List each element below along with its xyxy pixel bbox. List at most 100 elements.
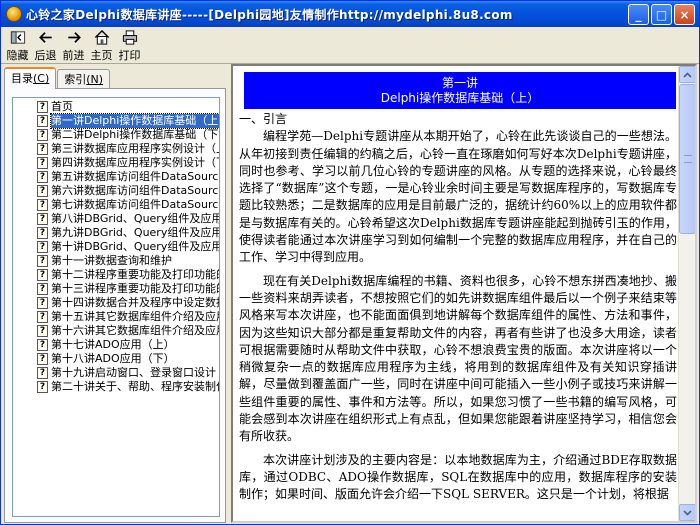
heading-line-1: 第一讲 [441,76,478,90]
tree-item[interactable]: ? 第八讲DBGrid、Query组件及应用（ [13,212,219,226]
help-topic-icon: ? [37,339,48,351]
navigation-pane: 目录(C) 索引(N) ? 首页? 第一讲Delphi操作数据库基础（上）? 第二讲D… [4,67,226,523]
topic-pane: 第一讲 Delphi操作数据库基础（上） 一、引言 编程学苑—Delphi专题讲… [231,64,697,523]
tree-item-label: 第二讲Delphi操作数据库基础（下） [51,128,219,141]
help-topic-icon: ? [37,241,48,253]
tree-item-label: 第一讲Delphi操作数据库基础（上） [50,113,219,129]
help-topic-icon: ? [37,367,48,379]
help-topic-icon: ? [37,283,48,295]
tree-item-label: 第十八讲ADO应用（下） [51,352,175,365]
forward-button[interactable]: 前进 [61,27,86,63]
tab-contents-hotkey: (C) [33,72,50,85]
tree-item-label: 第十三讲程序重要功能及打印功能的 [51,282,219,295]
close-button[interactable]: × [674,4,695,25]
help-topic-icon: ? [37,115,48,127]
tree-item-label: 第十五讲其它数据库组件介绍及应用 [51,310,219,323]
tree-item-label: 第七讲数据库访问组件DataSource [51,198,219,211]
topic-heading: 第一讲 Delphi操作数据库基础（上） [244,72,676,109]
topic-content: 第一讲 Delphi操作数据库基础（上） 一、引言 编程学苑—Delphi专题讲… [239,72,677,504]
hide-icon [10,31,25,44]
tree-item-label: 首页 [51,100,73,113]
help-topic-icon: ? [37,101,48,113]
tree-item[interactable]: ? 第十九讲启动窗口、登录窗口设计 [13,366,219,380]
tree-item[interactable]: ? 第十五讲其它数据库组件介绍及应用 [13,310,219,324]
tree-item-label: 第二十讲关于、帮助、程序安装制作 [51,380,219,393]
tree-item[interactable]: ? 第一讲Delphi操作数据库基础（上） [13,113,219,129]
hide-button[interactable]: 隐藏 [5,27,30,63]
section-title: 一、引言 [239,112,288,126]
tree-item-label: 第十六讲其它数据库组件介绍及应用 [51,324,219,337]
window-controls: _ □ × [628,4,695,25]
print-label: 打印 [118,49,141,62]
tab-contents[interactable]: 目录(C) [4,67,57,89]
minimize-button[interactable]: _ [628,4,649,25]
help-topic-icon: ? [37,255,48,267]
tree-item-label: 第六讲数据库访问组件DataSource [51,184,219,197]
help-topic-icon: ? [37,143,48,155]
contents-tree[interactable]: ? 首页? 第一讲Delphi操作数据库基础（上）? 第二讲Delphi操作数据库基础… [12,97,220,517]
tree-item[interactable]: ? 第十三讲程序重要功能及打印功能的 [13,282,219,296]
scroll-thumb[interactable] [679,84,695,234]
tree-item-label: 第十讲DBGrid、Query组件及应用（ [51,240,219,253]
vertical-scrollbar[interactable] [678,66,695,521]
window-title: 心铃之家Delphi数据库讲座-----[Delphi园地]友情制作http:/… [26,7,513,22]
tree-item[interactable]: ? 第十八讲ADO应用（下） [13,352,219,366]
tab-index-label: 索引 [64,73,87,86]
tab-index[interactable]: 索引(N) [57,69,111,89]
tree-item-label: 第五讲数据库访问组件DataSource [51,170,219,183]
toolbar: 隐藏 后退 前进 主页 打印 [1,27,699,64]
tree-item-label: 第十七讲ADO应用（上） [51,338,175,351]
tree-item[interactable]: ? 第十二讲程序重要功能及打印功能的 [13,268,219,282]
title-bar[interactable]: 心铃之家Delphi数据库讲座-----[Delphi园地]友情制作http:/… [1,1,699,27]
tree-item[interactable]: ? 首页 [13,100,219,114]
tree-item[interactable]: ? 第五讲数据库访问组件DataSource [13,170,219,184]
home-button[interactable]: 主页 [89,27,114,63]
paragraph-3: 本次讲座计划涉及的主要内容是：以本地数据库为主，介绍通过BDE存取数据库，通过O… [239,452,677,502]
maximize-button[interactable]: □ [651,4,672,25]
tree-item-label: 第十九讲启动窗口、登录窗口设计 [51,366,216,379]
help-topic-icon: ? [37,353,48,365]
tree-item[interactable]: ? 第九讲DBGrid、Query组件及应用（ [13,226,219,240]
heading-line-2: Delphi操作数据库基础（上） [380,91,540,105]
tree-item-label: 第四讲数据库应用程序实例设计（下） [51,156,219,169]
tree-item-label: 第三讲数据库应用程序实例设计（上） [51,142,219,155]
help-topic-icon: ? [37,227,48,239]
tree-item[interactable]: ?第四讲数据库应用程序实例设计（下） [13,156,219,170]
chevron-down-icon [683,509,692,516]
home-label: 主页 [90,49,113,62]
tree-item[interactable]: ? 第六讲数据库访问组件DataSource [13,184,219,198]
tree-item[interactable]: ? 第十四讲数据合并及程序中设定数据 [13,296,219,310]
tree-item[interactable]: ? 第七讲数据库访问组件DataSource [13,198,219,212]
tree-item-label: 第十一讲数据查询和维护 [51,254,172,267]
scroll-up-button[interactable] [679,66,695,83]
help-topic-icon: ? [37,269,48,281]
tree-item-label: 第九讲DBGrid、Query组件及应用（ [51,226,219,239]
forward-label: 前进 [62,49,85,62]
scroll-down-button[interactable] [679,504,695,521]
print-button[interactable]: 打印 [117,27,142,63]
help-topic-icon: ? [37,129,48,141]
tree-item-label: 第八讲DBGrid、Query组件及应用（ [51,212,219,225]
nav-tabs: 目录(C) 索引(N) [4,67,111,89]
tree-item[interactable]: ? 第十讲DBGrid、Query组件及应用（ [13,240,219,254]
back-label: 后退 [34,49,57,62]
help-topic-icon: ? [37,157,48,169]
back-button[interactable]: 后退 [33,27,58,63]
help-topic-icon: ? [37,381,48,393]
tree-item[interactable]: ? 第二讲Delphi操作数据库基础（下） [13,128,219,142]
printer-icon [122,30,137,45]
help-topic-icon: ? [37,185,48,197]
help-topic-icon: ? [37,297,48,309]
tree-item[interactable]: ? 第十一讲数据查询和维护 [13,254,219,268]
tree-item[interactable]: ? 第十六讲其它数据库组件介绍及应用 [13,324,219,338]
tree-item[interactable]: ?第三讲数据库应用程序实例设计（上） [13,142,219,156]
tab-contents-label: 目录 [11,72,33,85]
tree-item[interactable]: ? 第十七讲ADO应用（上） [13,338,219,352]
home-icon [94,29,109,45]
paragraph-2: 现在有关Delphi数据库编程的书籍、资料也很多，心铃不想东拼西凑地抄、搬一些资… [239,273,677,444]
paragraph-1: 编程学苑—Delphi专题讲座从本期开始了，心铃在此先谈谈自己的一些想法。从年初… [239,129,677,265]
tree-item-label: 第十四讲数据合并及程序中设定数据 [51,296,219,309]
tree-item[interactable]: ? 第二十讲关于、帮助、程序安装制作 [13,380,219,394]
help-topic-icon: ? [37,171,48,183]
app-icon [6,6,22,22]
